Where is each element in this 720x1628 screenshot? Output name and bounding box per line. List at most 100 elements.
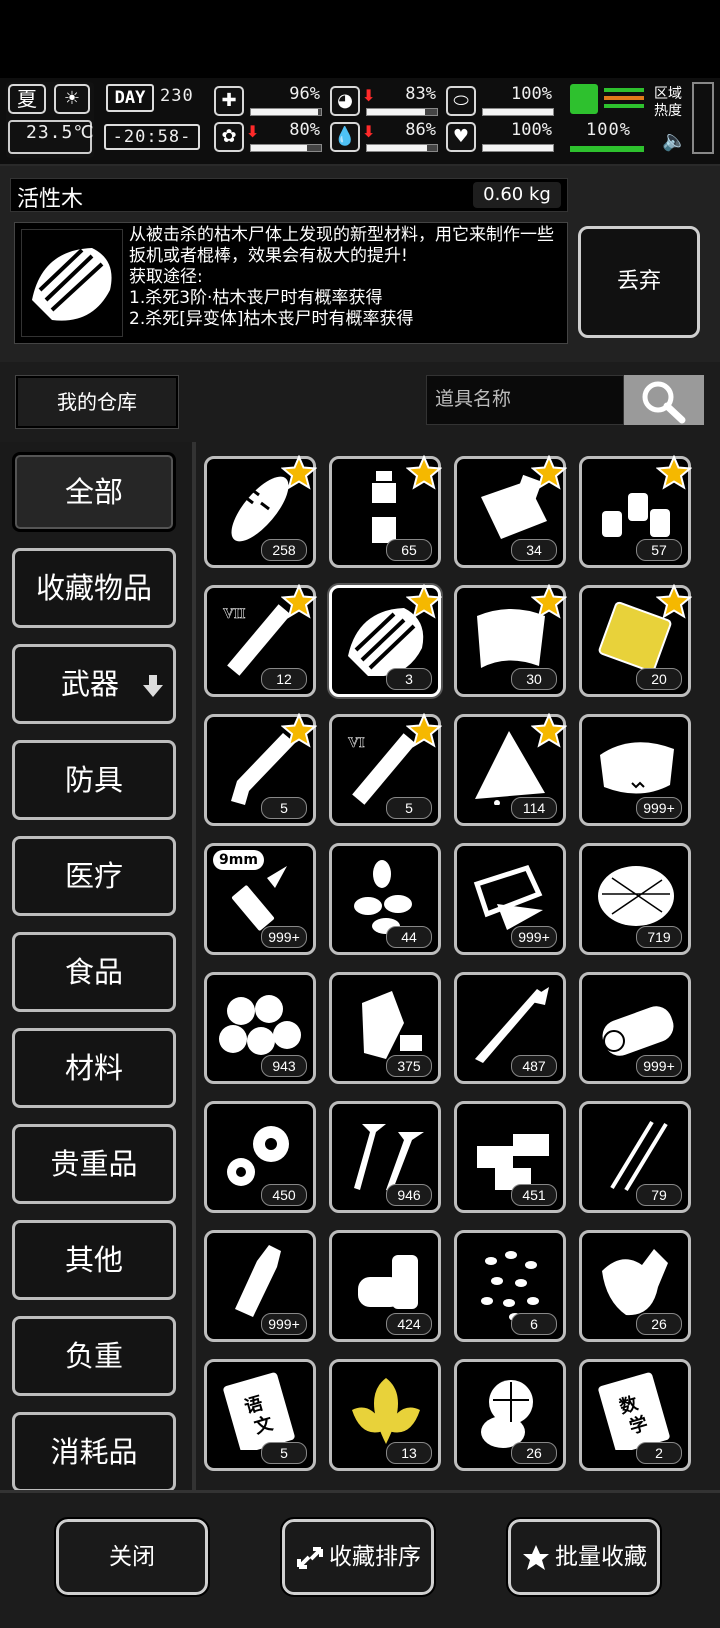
- side-panel-toggle[interactable]: [692, 82, 714, 154]
- inventory-slot[interactable]: 375: [329, 972, 441, 1084]
- health-bar: [250, 108, 322, 116]
- item-count: 12: [261, 668, 307, 690]
- favorite-star-icon: [656, 455, 692, 490]
- favorite-star-icon: [281, 713, 317, 748]
- inventory-slot[interactable]: 语文5: [204, 1359, 316, 1471]
- expand-arrow-icon: [143, 675, 163, 697]
- category-1[interactable]: 收藏物品: [12, 548, 176, 628]
- inventory-slot[interactable]: 26: [454, 1359, 566, 1471]
- inventory-slot[interactable]: 65: [329, 455, 442, 568]
- batch-favorite-button[interactable]: 批量收藏: [506, 1517, 662, 1597]
- category-label: 材料: [64, 1051, 123, 1085]
- mental-icon: ✿: [214, 122, 244, 152]
- log-icon: [602, 1006, 674, 1056]
- search-button[interactable]: [624, 375, 704, 425]
- category-4[interactable]: 医疗: [12, 836, 176, 916]
- inventory-slot[interactable]: 79: [579, 1101, 691, 1213]
- category-8[interactable]: 其他: [12, 1220, 176, 1300]
- category-9[interactable]: 负重: [12, 1316, 176, 1396]
- inventory-slot[interactable]: 999+: [454, 843, 566, 955]
- item-count: 719: [636, 926, 682, 948]
- inventory-slot[interactable]: 57: [579, 455, 692, 568]
- inventory-slot[interactable]: 999+: [579, 972, 691, 1084]
- speaker-icon[interactable]: 🔈: [662, 128, 687, 152]
- item-count: 13: [386, 1442, 432, 1464]
- category-3[interactable]: 防具: [12, 740, 176, 820]
- seeds-icon: [354, 860, 412, 934]
- bricks-icon: [477, 1134, 549, 1190]
- inventory-slot[interactable]: 44: [329, 843, 441, 955]
- inventory-slot[interactable]: 30: [454, 584, 567, 697]
- inventory-slot[interactable]: 450: [204, 1101, 316, 1213]
- inventory-slot[interactable]: 999+: [579, 714, 691, 826]
- favorite-star-icon: [531, 584, 567, 619]
- inventory-slot[interactable]: 34: [454, 455, 567, 568]
- temperature-readout: 23.5℃: [26, 122, 95, 143]
- inventory-slot[interactable]: 258: [204, 455, 317, 568]
- discard-button[interactable]: 丢弃: [578, 226, 700, 338]
- inventory-slot[interactable]: 13: [329, 1359, 441, 1471]
- item-count: 451: [511, 1184, 557, 1206]
- category-5[interactable]: 食品: [12, 932, 176, 1012]
- inventory-slot[interactable]: 451: [454, 1101, 566, 1213]
- inventory-slot[interactable]: 数学2: [579, 1359, 691, 1471]
- favorite-star-icon: [281, 584, 317, 619]
- inventory-slot[interactable]: 6: [454, 1230, 566, 1342]
- inventory-slot[interactable]: 999+: [204, 1230, 316, 1342]
- item-count: 5: [261, 1442, 307, 1464]
- item-count: 20: [636, 668, 682, 690]
- inventory-slot[interactable]: 5: [204, 713, 317, 826]
- category-label: 负重: [64, 1339, 123, 1373]
- stamina-icon: ⬭: [446, 86, 476, 116]
- category-2[interactable]: 武器: [12, 644, 176, 724]
- top-black-band: [0, 0, 720, 78]
- inventory-slot[interactable]: 946: [329, 1101, 441, 1213]
- inventory-slot[interactable]: 9mm 999+: [204, 843, 316, 955]
- inventory-slot[interactable]: VI 5: [329, 713, 442, 826]
- fiber-icon: [598, 866, 674, 926]
- inventory-slot[interactable]: 719: [579, 843, 691, 955]
- stat-mental: ✿ ⬇ 80%: [214, 120, 326, 154]
- beans-icon: [481, 1251, 539, 1321]
- search-input[interactable]: [426, 375, 624, 425]
- glass-bottle-icon: [235, 1245, 281, 1317]
- cotton-balls-icon: [219, 995, 301, 1055]
- category-label: 防具: [64, 763, 123, 797]
- category-label: 食品: [64, 955, 123, 989]
- swap-arrows-icon: [297, 1546, 323, 1569]
- sort-favorites-button[interactable]: 收藏排序: [280, 1517, 436, 1597]
- health-icon: ✚: [214, 86, 244, 116]
- close-button[interactable]: 关闭: [54, 1517, 210, 1597]
- season-icon: 夏: [8, 84, 46, 114]
- thirst-icon: 💧: [330, 122, 360, 152]
- inventory-slot[interactable]: 424: [329, 1230, 441, 1342]
- gears-icon: [227, 1126, 289, 1186]
- batch-label: 批量收藏: [555, 1544, 647, 1570]
- inventory-slot[interactable]: VII 12: [204, 584, 317, 697]
- category-10[interactable]: 消耗品: [12, 1412, 176, 1490]
- svg-text:VII: VII: [223, 606, 246, 622]
- leather-icon: [600, 742, 674, 794]
- leg-status-panel: 100%: [568, 82, 648, 158]
- category-6[interactable]: 材料: [12, 1028, 176, 1108]
- inventory-slot[interactable]: 943: [204, 972, 316, 1084]
- region-heat[interactable]: 区域热度 🔈: [652, 82, 688, 158]
- bottom-bar: 关闭 收藏排序 批量收藏: [0, 1490, 720, 1628]
- day-time-panel: DAY 230 -20:58-: [104, 82, 202, 158]
- weather-panel: 夏 ☀ 23.5℃: [6, 82, 94, 158]
- item-count: 946: [386, 1184, 432, 1206]
- warehouse-header: 我的仓库: [0, 362, 720, 442]
- inventory-slot[interactable]: 3: [329, 584, 442, 697]
- inventory-slot[interactable]: 487: [454, 972, 566, 1084]
- inventory-slot[interactable]: 114: [454, 713, 567, 826]
- category-0[interactable]: 全部: [12, 452, 176, 532]
- inventory-slot[interactable]: 20: [579, 584, 692, 697]
- inventory-slot[interactable]: 26: [579, 1230, 691, 1342]
- region-heat-label: 区域热度: [654, 86, 682, 119]
- scallion-icon: [475, 987, 549, 1063]
- item-count: 5: [261, 797, 307, 819]
- item-count: 57: [636, 539, 682, 561]
- category-7[interactable]: 贵重品: [12, 1124, 176, 1204]
- category-sidebar: 全部收藏物品武器防具医疗食品材料贵重品其他负重消耗品: [0, 442, 196, 1490]
- cabbage-icon: [481, 1380, 533, 1448]
